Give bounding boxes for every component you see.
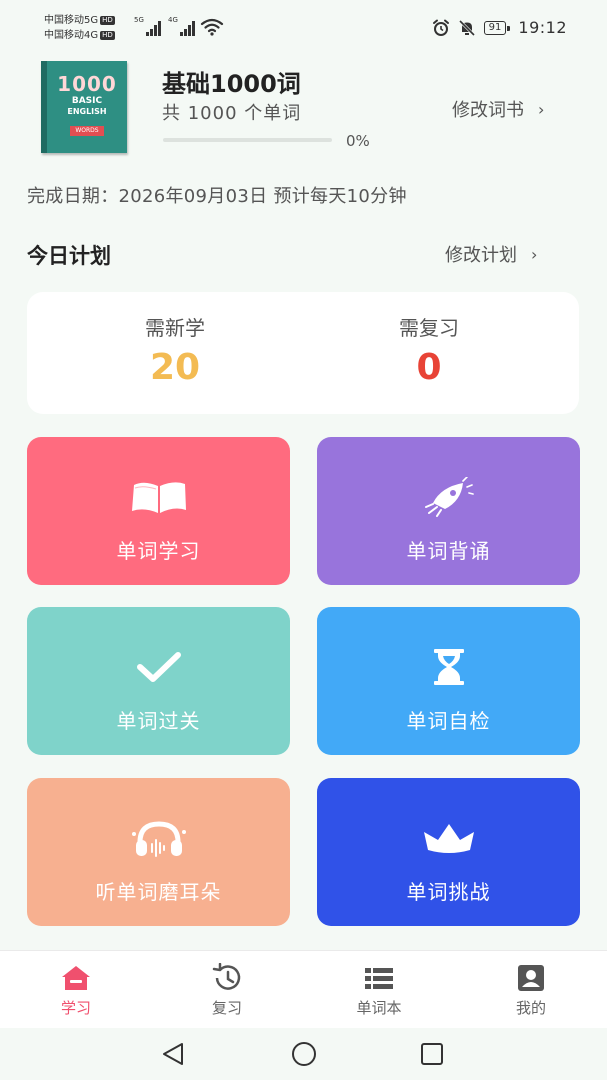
tile-label: 单词过关: [116, 709, 201, 733]
stat-label: 需新学: [145, 316, 205, 340]
clock: 19:12: [518, 18, 567, 37]
rocket-icon: [424, 477, 474, 517]
signal-2-icon: 4G: [168, 16, 196, 36]
listen-words-tile[interactable]: 听单词磨耳朵: [27, 778, 290, 926]
progress-percent: 0%: [346, 132, 370, 150]
stat-label: 需复习: [399, 316, 459, 340]
book-word-count: 共 1000 个单词: [162, 103, 302, 124]
tab-profile[interactable]: 我的: [481, 963, 581, 1018]
status-right: 91 19:12: [432, 18, 567, 37]
tile-label: 单词自检: [406, 709, 491, 733]
word-study-tile[interactable]: 单词学习: [27, 437, 290, 585]
alarm-icon: [432, 19, 449, 36]
change-plan-label: 修改计划: [445, 245, 517, 266]
word-recite-tile[interactable]: 单词背诵: [317, 437, 580, 585]
plan-stats-card: 需新学 20 需复习 0: [27, 292, 579, 414]
word-selftest-tile[interactable]: 单词自检: [317, 607, 580, 755]
cover-text: BASIC: [71, 96, 103, 106]
change-book-label: 修改词书: [452, 100, 524, 121]
book-cover-image[interactable]: 1000 BASIC ENGLISH WORDS: [41, 61, 127, 153]
tab-label: 复习: [211, 999, 242, 1017]
tile-label: 听单词磨耳朵: [95, 880, 222, 904]
profile-icon: [518, 965, 544, 991]
word-challenge-tile[interactable]: 单词挑战: [317, 778, 580, 926]
word-pass-tile[interactable]: 单词过关: [27, 607, 290, 755]
stat-value: 20: [149, 347, 201, 388]
signal-1-icon: 5G: [134, 16, 162, 36]
section-title: 今日计划: [27, 244, 111, 268]
tab-label: 单词本: [356, 999, 402, 1017]
completion-date: 完成日期：2026年09月03日 预计每天10分钟: [27, 186, 407, 207]
tile-label: 单词背诵: [406, 539, 491, 563]
home-nav-icon[interactable]: [289, 1041, 319, 1067]
headphones-icon: [131, 821, 186, 857]
carrier-2: 中国移动4G HD: [44, 30, 115, 41]
cover-text: ENGLISH: [67, 107, 107, 116]
review-words-stat: 需复习 0: [329, 312, 529, 388]
list-icon: [365, 968, 393, 989]
back-icon[interactable]: [160, 1041, 188, 1067]
open-book-icon: [131, 482, 186, 513]
tab-label: 学习: [60, 999, 91, 1017]
change-book-button[interactable]: 修改词书 ›: [452, 96, 544, 122]
mute-bell-icon: [458, 19, 475, 36]
tab-review[interactable]: 复习: [177, 963, 277, 1018]
history-icon: [212, 963, 241, 990]
change-plan-button[interactable]: 修改计划 ›: [445, 241, 537, 267]
wifi-icon: [200, 18, 224, 36]
checkmark-icon: [136, 652, 181, 682]
cover-number: 1000: [57, 72, 117, 96]
tab-wordbook[interactable]: 单词本: [329, 963, 429, 1018]
system-nav-bar: [0, 1028, 607, 1080]
tile-label: 单词学习: [116, 539, 201, 563]
stat-value: 0: [416, 347, 442, 388]
cover-tag: WORDS: [70, 126, 104, 136]
home-icon: [62, 966, 90, 990]
study-progress-bar: [163, 138, 332, 142]
battery-indicator: 91: [483, 20, 511, 35]
carrier-1: 中国移动5G HD: [44, 15, 115, 26]
crown-icon: [423, 824, 474, 853]
new-words-stat: 需新学 20: [75, 312, 275, 388]
recents-icon[interactable]: [419, 1041, 445, 1067]
tile-label: 单词挑战: [406, 880, 491, 904]
tab-study[interactable]: 学习: [26, 963, 126, 1018]
bottom-tab-bar: 学习 复习 单词本 我的: [0, 950, 607, 1029]
chevron-right-icon: ›: [538, 99, 545, 119]
chevron-right-icon: ›: [531, 244, 538, 264]
status-bar: 中国移动5G HD 中国移动4G HD 5G 4G 91 19:12: [0, 0, 607, 56]
hourglass-icon: [433, 649, 464, 685]
book-title: 基础1000词: [162, 70, 301, 98]
tab-label: 我的: [515, 999, 546, 1017]
